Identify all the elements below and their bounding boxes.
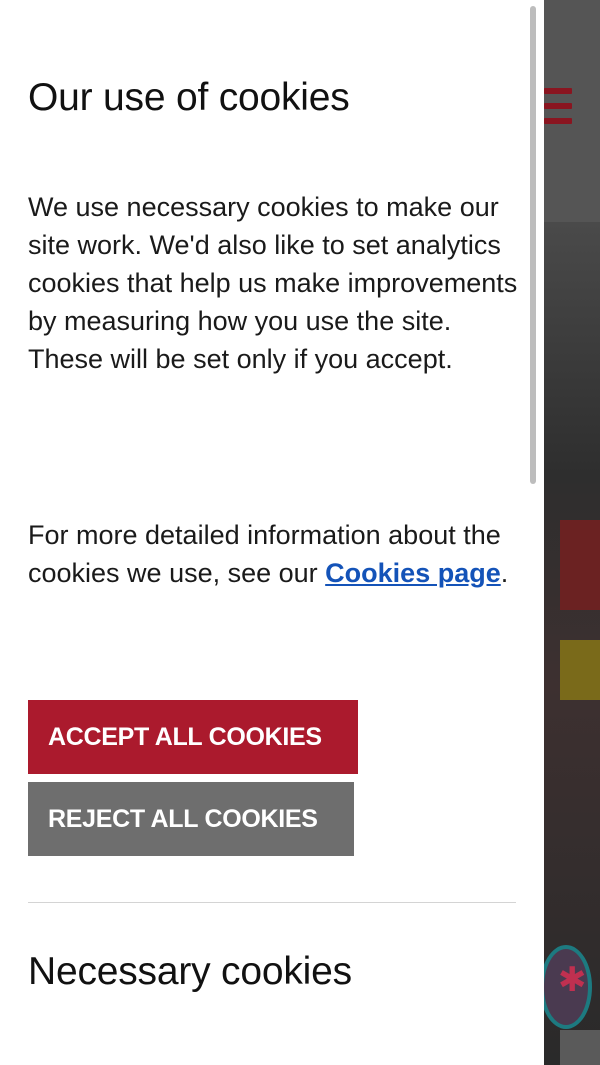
menu-bar [544, 88, 572, 94]
menu-bar [544, 103, 572, 109]
cookie-consent-panel: Our use of cookies We use necessary cook… [0, 0, 544, 1065]
necessary-cookies-heading: Necessary cookies [28, 950, 352, 993]
cookie-panel-title: Our use of cookies [28, 76, 350, 119]
cookie-intro-text: We use necessary cookies to make our sit… [28, 192, 518, 374]
background-image-detail [560, 1030, 600, 1065]
accept-all-cookies-button[interactable]: ACCEPT ALL COOKIES [28, 700, 358, 774]
section-divider [28, 902, 516, 903]
reject-all-cookies-button[interactable]: REJECT ALL COOKIES [28, 782, 354, 856]
badge-glyph-icon: ✱ [558, 960, 587, 1000]
menu-bar [544, 118, 572, 124]
more-info-suffix: . [500, 558, 509, 588]
panel-scrollbar[interactable] [530, 6, 536, 484]
cookie-more-info-text: For more detailed information about the … [28, 516, 528, 592]
hamburger-menu-icon[interactable] [544, 88, 572, 134]
background-image-detail [560, 640, 600, 700]
background-image-detail [560, 520, 600, 610]
cookies-page-link[interactable]: Cookies page [325, 558, 501, 588]
